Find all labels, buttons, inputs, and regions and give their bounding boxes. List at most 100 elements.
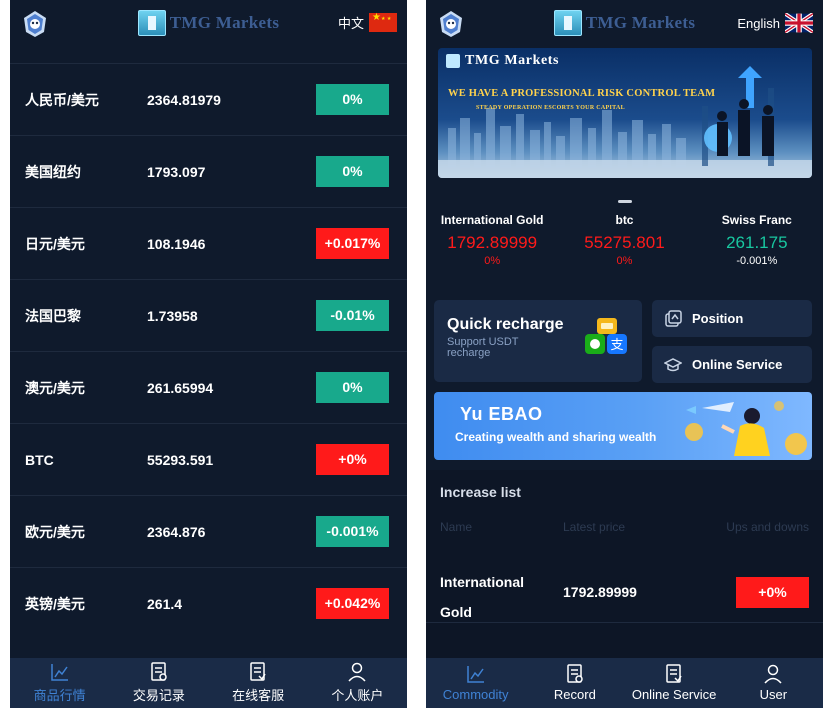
chart-icon — [50, 664, 68, 681]
market-row[interactable]: 人民币/美元 2364.81979 0% — [10, 63, 407, 135]
carousel-dot[interactable] — [617, 200, 632, 203]
market-list: 人民币/美元 2364.81979 0% 美国纽约 1793.097 0% 日元/美元 108… — [10, 63, 407, 639]
ticker-price: 261.175 — [726, 233, 788, 252]
tab-record[interactable]: Record — [525, 658, 624, 708]
tab-user[interactable]: User — [724, 658, 823, 708]
graduation-cap-icon — [664, 357, 682, 371]
promo-illustration — [685, 401, 807, 456]
change-badge[interactable]: +0.017% — [316, 228, 389, 259]
china-flag-icon — [369, 12, 397, 32]
tab-record[interactable]: 交易记录 — [109, 658, 208, 708]
language-label: 中文 — [337, 16, 364, 31]
market-row[interactable]: 欧元/美元 2364.876 -0.001% — [10, 495, 407, 567]
change-badge[interactable]: +0.042% — [316, 588, 389, 619]
chart-icon — [466, 666, 484, 683]
tab-online-service[interactable]: Online Service — [625, 658, 724, 708]
bottom-tab-bar: 商品行情 交易记录 在线客服 个人账户 — [10, 658, 407, 708]
market-row[interactable]: 法国巴黎 1.73958 -0.01% — [10, 279, 407, 351]
header: TMG Markets English — [426, 0, 823, 50]
user-icon — [764, 664, 782, 684]
payment-methods-icon: 支 — [585, 318, 627, 354]
banner-logo-icon — [446, 54, 460, 68]
change-badge[interactable]: +0% — [316, 444, 389, 475]
language-label: English — [737, 15, 780, 31]
ticker-name: Swiss Franc — [721, 213, 792, 227]
ticker-item[interactable]: Swiss Franc 261.175 -0.001% — [691, 210, 823, 268]
ticker-item[interactable]: btc 55275.801 0% — [558, 210, 690, 268]
brand-icon — [553, 10, 582, 36]
change-badge[interactable]: 0% — [316, 372, 389, 403]
tab-label: Online Service — [631, 687, 717, 702]
language-switch[interactable]: English — [737, 13, 813, 33]
tab-label: Commodity — [442, 687, 509, 702]
market-name: BTC — [25, 451, 54, 468]
tab-label: 在线客服 — [232, 688, 285, 703]
brand-icon — [137, 10, 166, 36]
promo-title: Yu EBAO — [460, 404, 543, 424]
recharge-title: Quick recharge — [447, 316, 564, 333]
change-badge[interactable]: -0.001% — [316, 516, 389, 547]
carousel-indicator[interactable] — [426, 190, 823, 208]
tab-online-service[interactable]: 在线客服 — [209, 658, 308, 708]
table-row[interactable]: International Gold 1792.89999 +0% — [426, 563, 823, 623]
tab-commodity[interactable]: 商品行情 — [10, 658, 109, 708]
tab-label: User — [759, 687, 788, 702]
position-icon — [665, 309, 682, 327]
ticker-price: 55275.801 — [584, 233, 665, 252]
ticker-name: btc — [615, 213, 634, 227]
market-price: 261.4 — [147, 595, 183, 612]
market-price: 108.1946 — [147, 235, 206, 252]
brand-name: TMG Markets — [585, 13, 696, 32]
ticker-change: -0.001% — [736, 255, 778, 267]
ticker-name: International Gold — [440, 213, 544, 227]
market-name: 美国纽约 — [25, 163, 81, 180]
change-badge[interactable]: 0% — [316, 156, 389, 187]
increase-list: Increase list Name Latest price Ups and … — [426, 470, 823, 660]
column-header-price: Latest price — [563, 520, 626, 534]
banner-headline: WE HAVE A PROFESSIONAL RISK CONTROL TEAM — [448, 88, 716, 99]
bottom-tab-bar: Commodity Record Online Service User — [426, 658, 823, 708]
banner-subline: STEADY OPERATION ESCORTS YOUR CAPITAL — [476, 105, 625, 111]
ticker-item[interactable]: International Gold 1792.89999 0% — [426, 210, 558, 268]
column-header-change: Ups and downs — [726, 520, 809, 534]
market-price: 55293.591 — [147, 451, 214, 468]
hero-banner[interactable]: TMG Markets WE HAVE A PROFESSIONAL RISK … — [438, 48, 812, 178]
recharge-subtitle: Support USDT recharge — [447, 336, 519, 359]
market-price: 2364.81979 — [147, 91, 221, 108]
language-switch[interactable]: 中文 — [337, 12, 397, 32]
position-card[interactable]: Position — [652, 300, 812, 337]
increase-list-title: Increase list — [440, 484, 521, 500]
ticker-price: 1792.89999 — [447, 233, 538, 252]
tab-label: 商品行情 — [33, 688, 86, 703]
online-service-card[interactable]: Online Service — [652, 346, 812, 383]
ticker-change: 0% — [484, 255, 501, 267]
column-header-name: Name — [440, 520, 473, 534]
market-name: 欧元/美元 — [25, 523, 85, 540]
phone-right-screen: TMG Markets English TMG Markets WE HAVE … — [426, 0, 823, 708]
market-name: 日元/美元 — [25, 235, 85, 252]
tab-label: 交易记录 — [132, 688, 185, 703]
tab-user[interactable]: 个人账户 — [308, 658, 407, 708]
row-name: International Gold — [440, 574, 525, 620]
market-row[interactable]: 日元/美元 108.1946 +0.017% — [10, 207, 407, 279]
tab-label: 个人账户 — [331, 688, 384, 703]
market-row[interactable]: BTC 55293.591 +0% — [10, 423, 407, 495]
tab-label: Record — [553, 687, 596, 702]
record-icon — [151, 662, 167, 681]
market-row[interactable]: 澳元/美元 261.65994 0% — [10, 351, 407, 423]
market-price: 1.73958 — [147, 307, 198, 324]
yu-ebao-banner[interactable]: Yu EBAO Creating wealth and sharing weal… — [434, 392, 812, 460]
market-row[interactable]: 英镑/美元 261.4 +0.042% — [10, 567, 407, 639]
position-label: Position — [692, 311, 744, 326]
service-icon — [666, 664, 682, 683]
quick-recharge-card[interactable]: Quick recharge Support USDT recharge 支 — [434, 300, 642, 382]
change-badge[interactable]: -0.01% — [316, 300, 389, 331]
row-change-badge[interactable]: +0% — [736, 577, 809, 608]
tab-commodity[interactable]: Commodity — [426, 658, 525, 708]
market-price: 2364.876 — [147, 523, 206, 540]
record-icon — [567, 664, 583, 683]
brand-name: TMG Markets — [169, 13, 280, 32]
market-price: 261.65994 — [147, 379, 214, 396]
market-row[interactable]: 美国纽约 1793.097 0% — [10, 135, 407, 207]
change-badge[interactable]: 0% — [316, 84, 389, 115]
